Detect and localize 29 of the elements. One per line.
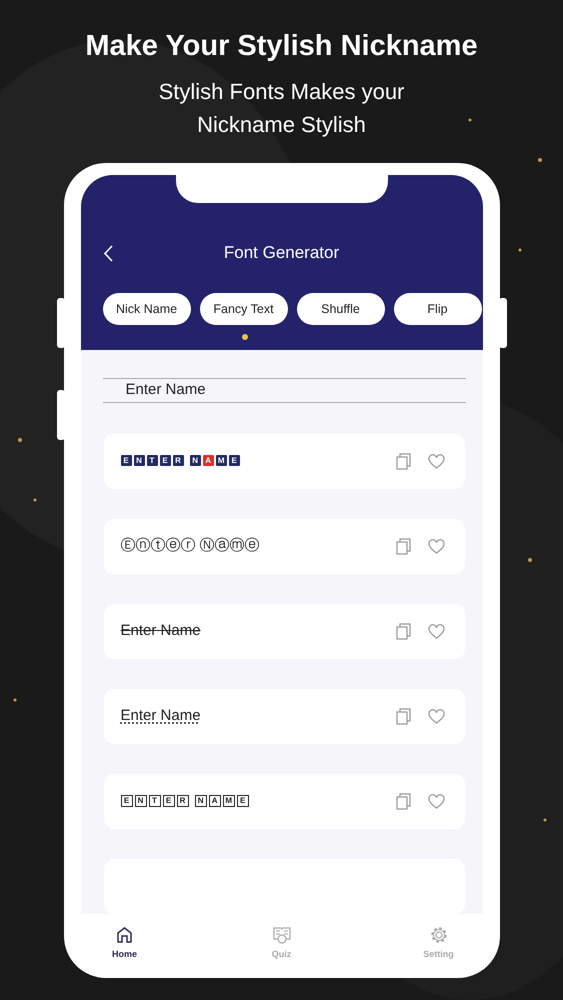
headline: Make Your Stylish Nickname — [85, 29, 478, 64]
heart-icon[interactable] — [428, 624, 444, 638]
name-input-field[interactable]: Enter Name — [126, 379, 376, 402]
copy-icon[interactable] — [396, 538, 410, 554]
heart-icon[interactable] — [428, 794, 444, 808]
nav-tab[interactable]: Home — [102, 926, 146, 968]
home-icon — [116, 926, 134, 944]
copy-icon[interactable] — [396, 792, 410, 810]
styled-name-text: Enter Name — [120, 620, 201, 641]
subheadline: Stylish Fonts Makes your Nickname Stylish — [158, 78, 406, 139]
copy-icon[interactable] — [396, 452, 410, 470]
heart-icon[interactable] — [428, 538, 444, 554]
book-icon — [272, 926, 290, 944]
styled-name-text: E N T E R N A M E — [120, 450, 242, 472]
copy-icon[interactable] — [396, 708, 410, 724]
styled-name-text: E N T E R N A M E — [120, 790, 251, 812]
styled-name-text: Enter Name — [120, 706, 201, 726]
tab[interactable]: Fancy Text — [200, 293, 288, 325]
styled-name-text: Ⓔⓝⓣⓔⓡ Ⓝⓐⓜⓔ — [120, 536, 260, 556]
copy-icon[interactable] — [396, 622, 410, 640]
page-indicator-icon — [242, 334, 248, 340]
back-icon[interactable] — [102, 245, 112, 262]
tab[interactable]: Nick Name — [102, 293, 190, 325]
heart-icon[interactable] — [428, 454, 444, 468]
tab[interactable]: Flip — [394, 293, 482, 325]
tab[interactable]: Shuffle — [296, 293, 384, 325]
settings-icon — [430, 926, 448, 944]
app-title: Font Generator — [224, 242, 340, 264]
heart-icon[interactable] — [428, 708, 444, 724]
